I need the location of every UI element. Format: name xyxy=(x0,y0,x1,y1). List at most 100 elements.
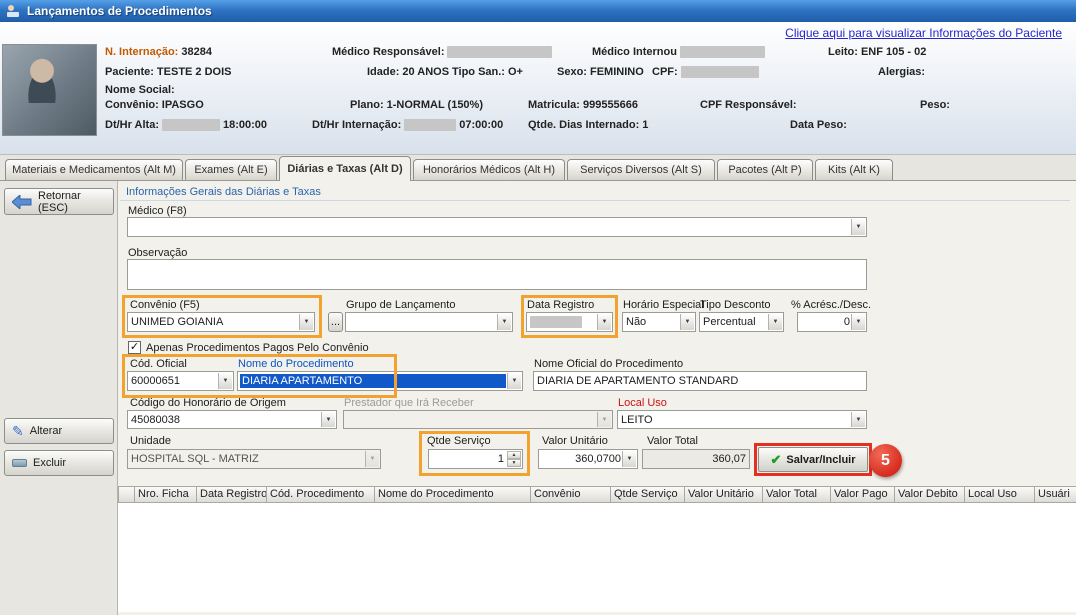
local-uso-combobox[interactable]: LEITO ▼ xyxy=(617,410,867,429)
patient-info-link[interactable]: Clique aqui para visualizar Informações … xyxy=(785,26,1062,40)
grid-col-cod-procedimento: Cód. Procedimento xyxy=(267,486,375,503)
chevron-down-icon: ▼ xyxy=(680,314,694,330)
tab-materiais-medicamentos[interactable]: Materiais e Medicamentos (Alt M) xyxy=(5,159,183,180)
observacao-input[interactable] xyxy=(127,259,867,290)
tab-kits[interactable]: Kits (Alt K) xyxy=(815,159,893,180)
window-title: Lançamentos de Procedimentos xyxy=(27,4,212,18)
patient-field-plano: Plano: 1-NORMAL (150%) xyxy=(350,99,483,111)
tipo-desconto-label: Tipo Desconto xyxy=(700,299,771,311)
medico-label: Médico (F8) xyxy=(128,205,187,217)
patient-field-matricula: Matricula: 999555666 xyxy=(528,99,638,111)
grid-col-valor-total: Valor Total xyxy=(763,486,831,503)
grid-col-valor-unitario: Valor Unitário xyxy=(685,486,763,503)
tab-honorarios-medicos[interactable]: Honorários Médicos (Alt H) xyxy=(413,159,565,180)
grid-col-usuario: Usuári xyxy=(1035,486,1076,503)
qtde-servico-stepper[interactable]: 1 ▲▼ xyxy=(428,449,523,469)
observacao-label: Observação xyxy=(128,247,187,259)
patient-field-tipo-san: Tipo San.: O+ xyxy=(452,66,523,78)
pencil-icon: ✎ xyxy=(12,423,24,440)
tab-pacotes[interactable]: Pacotes (Alt P) xyxy=(717,159,813,180)
prestador-combobox: ▼ xyxy=(343,410,613,429)
medico-combobox[interactable]: ▼ xyxy=(127,217,867,237)
grid-col-data-registro: Data Registro xyxy=(197,486,267,503)
panel-top-border xyxy=(0,180,1076,181)
valor-unitario-combobox[interactable]: 360,0700 ▼ xyxy=(538,449,638,469)
horario-especial-label: Horário Especial xyxy=(623,299,704,311)
grid-col-valor-debito: Valor Debito xyxy=(895,486,965,503)
acresc-desc-combobox[interactable]: 0 ▼ xyxy=(797,312,867,332)
patient-field-cpf: CPF: xyxy=(652,66,759,78)
chevron-down-icon: ▼ xyxy=(851,314,865,330)
convenio-combobox[interactable]: UNIMED GOIANIA ▼ xyxy=(127,312,315,332)
redacted-value xyxy=(447,46,552,58)
cod-honorario-label: Código do Honorário de Origem xyxy=(130,397,286,409)
horario-especial-combobox[interactable]: Não ▼ xyxy=(622,312,696,332)
patient-field-medico-internou: Médico Internou xyxy=(592,46,765,58)
chevron-down-icon: ▼ xyxy=(365,451,379,467)
section-title: Informações Gerais das Diárias e Taxas xyxy=(126,186,321,198)
patient-header: Clique aqui para visualizar Informações … xyxy=(0,22,1076,155)
grid-col-convenio: Convênio xyxy=(531,486,611,503)
cod-oficial-combobox[interactable]: 60000651 ▼ xyxy=(127,371,234,391)
patient-field-idade: Idade: 20 ANOS xyxy=(367,66,449,78)
sidebar xyxy=(0,181,118,615)
chevron-down-icon: ▼ xyxy=(321,412,335,427)
valor-total-field: 360,07 xyxy=(642,449,750,469)
patient-field-cpf-responsavel: CPF Responsável: xyxy=(700,99,797,111)
procedure-entry-window: Lançamentos de Procedimentos Clique aqui… xyxy=(0,0,1076,615)
chevron-down-icon: ▼ xyxy=(597,412,611,427)
patient-field-nome-social: Nome Social: xyxy=(105,84,175,96)
patient-field-medico-responsavel: Médico Responsável: xyxy=(332,46,552,58)
nome-procedimento-label: Nome do Procedimento xyxy=(238,358,354,370)
patient-field-internacao: N. Internação: 38284 xyxy=(105,46,212,58)
grid-col-valor-pago: Valor Pago xyxy=(831,486,895,503)
redacted-value xyxy=(404,119,456,131)
grupo-lancamento-label: Grupo de Lançamento xyxy=(346,299,455,311)
cod-honorario-combobox[interactable]: 45080038 ▼ xyxy=(127,410,337,429)
grid-col-nome-procedimento: Nome do Procedimento xyxy=(375,486,531,503)
chevron-down-icon: ▼ xyxy=(597,314,611,330)
nome-oficial-input[interactable]: DIARIA DE APARTAMENTO STANDARD xyxy=(533,371,867,391)
tipo-desconto-combobox[interactable]: Percentual ▼ xyxy=(699,312,784,332)
patient-field-peso: Peso: xyxy=(920,99,950,111)
patient-field-qtde-dias: Qtde. Dias Internado: 1 xyxy=(528,119,648,131)
chevron-down-icon: ▼ xyxy=(218,373,232,389)
apenas-pagos-checkbox[interactable]: ✓ xyxy=(128,341,141,354)
redacted-value xyxy=(680,46,765,58)
redacted-value xyxy=(162,119,220,131)
valor-total-label: Valor Total xyxy=(647,435,698,447)
convenio-label: Convênio (F5) xyxy=(130,299,200,311)
patient-field-convenio: Convênio: IPASGO xyxy=(105,99,204,111)
spin-up-icon: ▲ xyxy=(507,451,521,459)
salvar-incluir-button[interactable]: ✔ Salvar/Incluir xyxy=(758,447,868,472)
tab-servicos-diversos[interactable]: Serviços Diversos (Alt S) xyxy=(567,159,715,180)
chevron-down-icon: ▼ xyxy=(851,219,865,235)
nome-procedimento-combobox[interactable]: DIARIA APARTAMENTO ▼ xyxy=(237,371,523,391)
chevron-down-icon: ▼ xyxy=(507,373,521,389)
data-registro-label: Data Registro xyxy=(527,299,594,311)
chevron-down-icon: ▼ xyxy=(851,412,865,427)
grid-col-nro-ficha: Nro. Ficha xyxy=(135,486,197,503)
grid-col-local-uso: Local Uso xyxy=(965,486,1035,503)
alterar-button[interactable]: ✎ Alterar xyxy=(4,418,114,444)
nome-oficial-label: Nome Oficial do Procedimento xyxy=(534,358,683,370)
grid-col-qtde-servico: Qtde Serviço xyxy=(611,486,685,503)
tab-exames[interactable]: Exames (Alt E) xyxy=(185,159,277,180)
chevron-down-icon: ▼ xyxy=(768,314,782,330)
green-check-icon: ✔ xyxy=(771,452,782,468)
procedures-grid-header: Nro. Ficha Data Registro Cód. Procedimen… xyxy=(118,486,1076,503)
data-registro-combobox[interactable]: ▼ xyxy=(526,312,613,332)
apenas-pagos-label: Apenas Procedimentos Pagos Pelo Convênio xyxy=(146,342,369,354)
tab-diarias-taxas[interactable]: Diárias e Taxas (Alt D) xyxy=(279,156,411,181)
retornar-button[interactable]: Retornar (ESC) xyxy=(4,188,114,215)
browse-button[interactable]: ... xyxy=(328,312,343,332)
unidade-label: Unidade xyxy=(130,435,171,447)
spin-down-icon: ▼ xyxy=(507,459,521,467)
chevron-down-icon: ▼ xyxy=(622,451,636,467)
excluir-button[interactable]: Excluir xyxy=(4,450,114,476)
app-icon xyxy=(5,3,21,19)
redacted-value xyxy=(530,316,582,328)
redacted-value xyxy=(681,66,759,78)
grupo-lancamento-combobox[interactable]: ▼ xyxy=(345,312,513,332)
valor-unitario-label: Valor Unitário xyxy=(542,435,608,447)
